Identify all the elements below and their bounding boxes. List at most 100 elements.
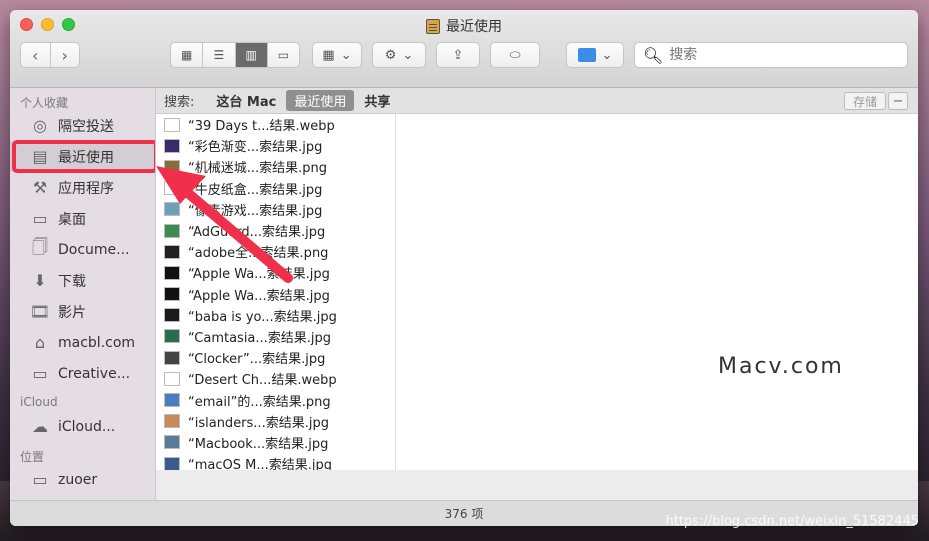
cloud-icon: ☁: [32, 417, 48, 436]
search-input[interactable]: [669, 47, 870, 63]
column-view-button[interactable]: ▥: [234, 43, 267, 67]
sidebar-item-label: macbl.com: [58, 334, 136, 351]
list-item[interactable]: “Desert Ch...结果.webp: [156, 368, 395, 389]
sidebar-item-label: iCloud...: [58, 418, 116, 435]
file-thumbnail-icon: [164, 329, 180, 344]
view-mode-group: ▦ ☰ ▥ ▭: [170, 42, 300, 68]
list-item[interactable]: “Macbook...索结果.jpg: [156, 432, 395, 453]
sidebar: 个人收藏 ◎ 隔空投送 ▤ 最近使用 ⚒ 应用程序 ▭ 桌面 🗍︎ Docume…: [10, 88, 156, 500]
file-name: “Camtasia...索结果.jpg: [188, 330, 332, 346]
list-icon: ☰: [213, 48, 225, 62]
gallery-view-button[interactable]: ▭: [266, 43, 299, 67]
search-field[interactable]: 🔍︎: [634, 42, 908, 68]
back-button[interactable]: ‹: [21, 43, 50, 67]
list-item[interactable]: “39 Days t...结果.webp: [156, 114, 395, 135]
sidebar-item-label: zuoer: [58, 471, 98, 488]
finder-window: 最近使用 ‹ › ▦ ☰ ▥ ▭ ▦ ⌄ ⚙ ⌄ ⇪ ⬭ ⌄ 🔍︎ 搜索 个人收…: [10, 10, 918, 526]
list-item[interactable]: “Camtasia...索结果.jpg: [156, 326, 395, 347]
file-name: “AdGuard...索结果.jpg: [188, 225, 326, 241]
file-list: “39 Days t...结果.webp “彩色渐变...索结果.jpg “机械…: [156, 114, 396, 470]
action-button[interactable]: ⚙ ⌄: [372, 42, 426, 68]
navigation-group: ‹ ›: [20, 42, 80, 68]
scope-shared[interactable]: 共享: [364, 91, 390, 110]
file-name: “Desert Ch...结果.webp: [188, 373, 337, 389]
file-thumbnail-icon: [164, 456, 180, 470]
downloads-icon: ⬇: [33, 271, 47, 290]
gallery-icon: ▭: [277, 48, 290, 62]
toolbar: ‹ › ▦ ☰ ▥ ▭ ▦ ⌄ ⚙ ⌄ ⇪ ⬭ ⌄ 🔍︎ 搜索: [20, 42, 908, 68]
file-name: “baba is yo...索结果.jpg: [188, 309, 337, 325]
list-item[interactable]: “Apple Wa...索结果.jpg: [156, 262, 395, 283]
list-item[interactable]: “baba is yo...索结果.jpg: [156, 305, 395, 326]
file-thumbnail-icon: [164, 393, 180, 408]
file-name: “39 Days t...结果.webp: [188, 119, 335, 135]
file-thumbnail-icon: [164, 435, 180, 450]
sidebar-item-label: Creative...: [58, 365, 131, 382]
tag-button[interactable]: ⬭: [490, 42, 540, 68]
list-item[interactable]: “牛皮纸盒...索结果.jpg: [156, 178, 395, 199]
folder-icon: [577, 48, 596, 62]
sidebar-item-icloud-drive[interactable]: ☁ iCloud...: [10, 411, 155, 442]
file-name: “Clocker”...索结果.jpg: [188, 352, 326, 368]
file-name: “像素游戏...索结果.jpg: [188, 203, 323, 219]
file-name: “islanders...索结果.jpg: [188, 415, 329, 431]
list-item[interactable]: “email”的...索结果.png: [156, 389, 395, 410]
sidebar-item-documents[interactable]: 🗍︎ Docume...: [10, 234, 155, 265]
sidebar-item-creative[interactable]: ▭ Creative...: [10, 358, 155, 389]
sidebar-item-desktop[interactable]: ▭ 桌面: [10, 203, 155, 234]
sidebar-item-disk[interactable]: ▭ zuoer: [10, 464, 155, 495]
grid-icon: ▦: [180, 48, 193, 62]
search-scope-bar: 搜索: 这台 Mac 最近使用 共享 存储 −: [156, 88, 918, 114]
list-view-button[interactable]: ☰: [202, 43, 234, 67]
sidebar-section-locations: 位置: [20, 450, 45, 464]
brand-watermark: Macv.com: [718, 354, 844, 379]
save-search-button[interactable]: 存储: [844, 92, 886, 110]
folder-icon: ▭: [32, 364, 48, 383]
file-thumbnail-icon: [164, 138, 180, 153]
home-icon: ⌂: [34, 333, 46, 352]
list-item[interactable]: “Apple Wa...索结果.jpg: [156, 284, 395, 305]
list-item[interactable]: “AdGuard...索结果.jpg: [156, 220, 395, 241]
list-item[interactable]: “macOS M...索结果.jpg: [156, 453, 395, 470]
recents-icon: [426, 18, 440, 34]
sidebar-section-icloud: iCloud: [20, 395, 58, 409]
remove-criteria-button[interactable]: −: [888, 92, 908, 110]
scope-recents[interactable]: 最近使用: [286, 90, 355, 111]
sidebar-item-home[interactable]: ⌂ macbl.com: [10, 327, 155, 358]
list-item[interactable]: “彩色渐变...索结果.jpg: [156, 135, 395, 156]
file-name: “adobe全...索结果.png: [188, 246, 329, 262]
file-thumbnail-icon: [164, 117, 180, 132]
disk-icon: ▭: [32, 470, 48, 489]
sidebar-item-applications[interactable]: ⚒ 应用程序: [10, 172, 155, 203]
url-watermark: https://blog.csdn.net/weixin_51582445: [665, 514, 919, 529]
file-thumbnail-icon: [164, 223, 180, 238]
share-icon: ⇪: [452, 47, 464, 63]
forward-button[interactable]: ›: [49, 43, 80, 67]
sidebar-item-downloads[interactable]: ⬇ 下载: [10, 265, 155, 296]
arrange-button[interactable]: ▦ ⌄: [312, 42, 362, 68]
list-item[interactable]: “adobe全...索结果.png: [156, 241, 395, 262]
desktop-icon: ▭: [32, 209, 48, 228]
file-thumbnail-icon: [164, 202, 180, 217]
airdrop-icon: ◎: [33, 116, 47, 135]
icon-view-button[interactable]: ▦: [171, 43, 202, 67]
share-button[interactable]: ⇪: [436, 42, 480, 68]
list-item[interactable]: “机械迷城...索结果.png: [156, 156, 395, 177]
tag-icon: ⬭: [509, 47, 521, 63]
scope-this-mac[interactable]: 这台 Mac: [216, 91, 276, 110]
chevron-down-icon: ⌄: [340, 47, 352, 63]
search-scope-label: 搜索:: [164, 95, 195, 110]
gear-icon: ⚙: [384, 47, 397, 63]
applications-icon: ⚒: [32, 178, 48, 197]
chevron-down-icon: ⌄: [601, 47, 613, 63]
new-folder-button[interactable]: ⌄: [566, 42, 624, 68]
sidebar-item-airdrop[interactable]: ◎ 隔空投送: [10, 110, 155, 141]
list-item[interactable]: “像素游戏...索结果.jpg: [156, 199, 395, 220]
columns-icon: ▥: [245, 48, 257, 62]
list-item[interactable]: “islanders...索结果.jpg: [156, 411, 395, 432]
file-thumbnail-icon: [164, 265, 180, 280]
movies-icon: 🎞︎: [29, 302, 51, 321]
preview-column: Macv.com: [396, 114, 918, 470]
list-item[interactable]: “Clocker”...索结果.jpg: [156, 347, 395, 368]
sidebar-item-movies[interactable]: 🎞︎ 影片: [10, 296, 155, 327]
